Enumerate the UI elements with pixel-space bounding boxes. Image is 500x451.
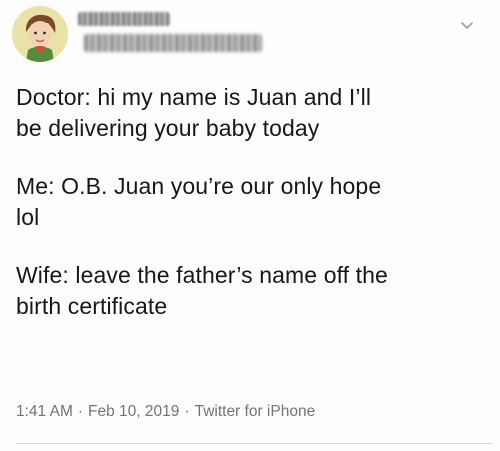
tweet-header [12,6,488,64]
tweet-paragraph-me: Me: O.B. Juan you’re our only hope lol [16,173,382,230]
avatar[interactable] [12,6,68,62]
chevron-down-icon[interactable] [460,18,474,29]
tweet-paragraph-doctor: Doctor: hi my name is Juan and I’ll be d… [16,84,372,141]
tweet-meta: 1:41 AM · Feb 10, 2019 · Twitter for iPhone [16,403,315,421]
tweet-date[interactable]: Feb 10, 2019 [88,403,179,420]
divider [16,443,492,444]
avatar-illustration [12,6,68,62]
tweet-time[interactable]: 1:41 AM [16,403,73,420]
tweet-text: Doctor: hi my name is Juan and I’ll be d… [16,82,486,322]
author-block [78,10,298,56]
tweet-source[interactable]: Twitter for iPhone [195,403,316,420]
meta-separator: · [77,403,84,420]
tweet-card: Doctor: hi my name is Juan and I’ll be d… [0,0,500,451]
tweet-paragraph-wife: Wife: leave the father’s name off the bi… [16,262,388,319]
meta-separator: · [184,403,190,420]
author-display-name[interactable] [78,12,170,26]
author-handle[interactable] [84,34,262,52]
